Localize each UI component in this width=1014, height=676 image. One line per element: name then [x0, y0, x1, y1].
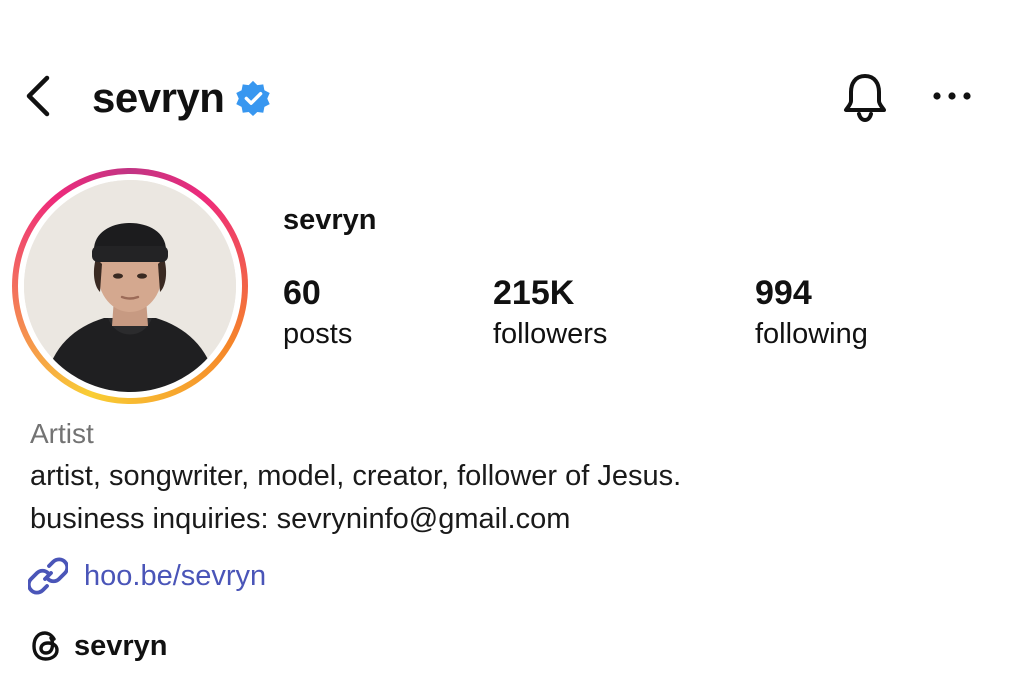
profile-header: sevryn [0, 0, 1014, 190]
bio-line: artist, songwriter, model, creator, foll… [30, 460, 682, 492]
threads-handle: sevryn [74, 629, 168, 662]
stat-following-label: following [755, 318, 868, 350]
stat-posts-value: 60 [283, 274, 321, 312]
stat-followers-value: 215K [493, 274, 575, 312]
more-options-button[interactable] [926, 74, 978, 118]
avatar-gap [18, 174, 242, 398]
stat-posts[interactable]: 60 posts [283, 272, 352, 354]
notifications-button[interactable] [838, 70, 892, 124]
verified-badge-icon [234, 79, 272, 117]
avatar [24, 180, 236, 392]
chevron-left-icon [26, 75, 50, 117]
story-ring[interactable] [12, 168, 248, 404]
stat-followers[interactable]: 215K followers [493, 272, 607, 354]
stat-followers-label: followers [493, 318, 608, 350]
bio-line: business inquiries: sevryninfo@gmail.com [30, 503, 571, 535]
bio-link-text: hoo.be/sevryn [84, 559, 267, 592]
threads-icon [30, 629, 62, 663]
threads-badge[interactable]: sevryn [30, 626, 168, 666]
stat-posts-label: posts [283, 318, 353, 350]
stat-following-value: 994 [755, 274, 812, 312]
profile-stats: 60 posts 215K followers 994 following [283, 272, 983, 362]
more-horizontal-icon [933, 92, 971, 100]
link-icon [28, 556, 68, 596]
stat-following[interactable]: 994 following [755, 272, 868, 354]
profile-category: Artist [30, 418, 94, 449]
profile-display-name: sevryn [283, 204, 377, 236]
bio-link[interactable]: hoo.be/sevryn [28, 556, 266, 596]
bell-icon [844, 74, 886, 123]
back-button[interactable] [18, 74, 58, 118]
header-title-wrap: sevryn [92, 68, 272, 128]
page-title: sevryn [92, 74, 225, 121]
